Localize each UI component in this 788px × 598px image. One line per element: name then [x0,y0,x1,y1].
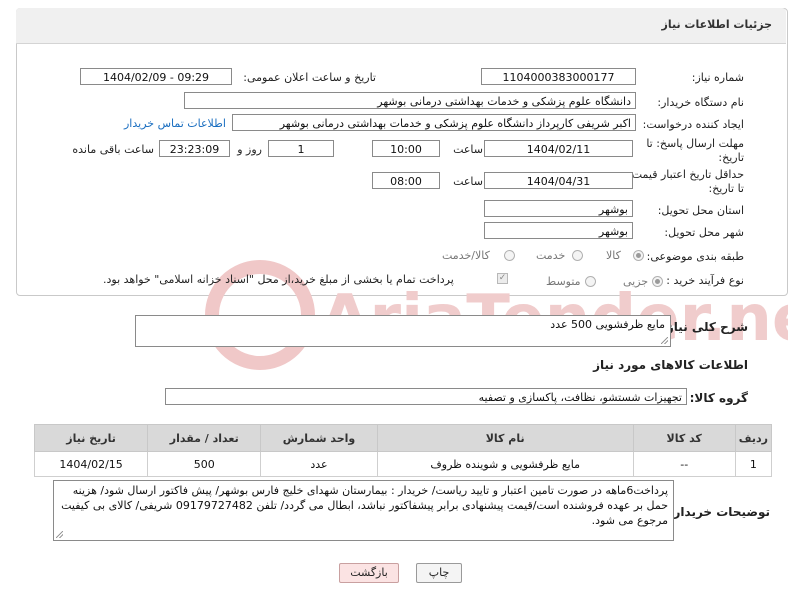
col-row-number: ردیف [734,424,773,452]
need-number-label: شماره نیاز: [691,71,744,84]
buyer-org-field: دانشگاه علوم پزشکی و خدمات بهداشتی درمان… [184,92,636,109]
price-validity-label: حداقل تاریخ اعتبار قیمت: [628,168,744,181]
buyer-org-label: نام دستگاه خریدار: [657,96,744,109]
remaining-time-label: ساعت باقی مانده [72,143,154,156]
reply-date-field: 1404/02/11 [484,140,633,157]
print-button[interactable]: چاپ [416,563,462,583]
need-number-field: 1104000383000177 [481,68,636,85]
description-label: شرح کلی نیاز: [662,320,748,334]
goods-group-label: گروه کالا: [689,391,748,405]
province-label: استان محل تحویل: [657,204,744,217]
reply-deadline-label-2: تاریخ: [718,151,744,164]
purchase-medium-radio[interactable] [585,276,596,287]
price-validity-date-field: 1404/04/31 [484,172,633,189]
price-validity-time-field: 08:00 [372,172,440,189]
buyer-contact-link[interactable]: اطلاعات تماس خریدار [124,117,226,130]
category-goods-radio[interactable] [633,250,644,261]
purchase-minor-label: جزیی [623,275,649,288]
goods-section-title: اطلاعات کالاهای مورد نیاز [593,358,748,372]
cell-row-number: 1 [734,451,773,477]
requester-label: ایجاد کننده درخواست: [642,118,744,131]
purchase-minor-radio[interactable] [652,276,663,287]
requester-field: اکبر شریفی کارپرداز دانشگاه علوم پزشکی و… [232,114,636,131]
price-validity-time-label: ساعت [453,175,483,188]
category-label: طبقه بندی موضوعی: [646,250,744,263]
reply-time-label: ساعت [453,143,483,156]
treasury-note: پرداخت تمام یا بخشی از مبلغ خرید،از محل … [103,273,454,286]
table-header-row: ردیف کد کالا نام کالا واحد شمارش تعداد /… [33,424,773,452]
reply-days-field: 1 [268,140,334,157]
announce-datetime-field: 1404/02/09 - 09:29 [80,68,232,85]
price-validity-label-2: تا تاریخ: [708,182,744,195]
reply-days-label: روز و [237,143,262,156]
purchase-medium-label: متوسط [546,275,581,288]
items-table: ردیف کد کالا نام کالا واحد شمارش تعداد /… [33,424,773,477]
cell-item-name: مایع ظرفشویی و شوینده ظروف [376,451,634,477]
purchase-type-label: نوع فرآیند خرید : [666,274,744,287]
description-text: مایع ظرفشویی 500 عدد [550,318,665,331]
reply-deadline-label: مهلت ارسال پاسخ: تا [646,137,744,150]
cell-unit: عدد [260,451,378,477]
category-service-radio[interactable] [572,250,583,261]
category-goods-service-label: کالا/خدمت [442,249,490,262]
announce-datetime-label: تاریخ و ساعت اعلان عمومی: [243,71,376,84]
resize-handle-icon[interactable] [661,337,668,344]
remaining-time-field: 23:23:09 [159,140,230,157]
back-button[interactable]: بازگشت [339,563,399,583]
reply-time-field: 10:00 [372,140,440,157]
col-item-name: نام کالا [376,424,634,452]
panel-header: جزئیات اطلاعات نیاز [16,8,786,44]
city-label: شهر محل تحویل: [664,226,744,239]
category-service-label: خدمت [536,249,566,262]
col-unit: واحد شمارش [260,424,378,452]
category-goods-label: کالا [606,249,621,262]
province-field: بوشهر [484,200,633,217]
col-item-code: کد کالا [632,424,736,452]
table-row: 1 -- مایع ظرفشویی و شوینده ظروف عدد 500 … [33,451,773,477]
treasury-checkbox[interactable]: ✓ [497,273,508,284]
category-goods-service-radio[interactable] [504,250,515,261]
description-textarea[interactable]: مایع ظرفشویی 500 عدد [135,315,671,347]
cell-item-code: -- [632,451,736,477]
buyer-notes-textarea[interactable]: پرداخت6ماهه در صورت تامین اعتبار و تایید… [53,480,674,541]
col-need-date: تاریخ نیاز [33,424,149,452]
cell-quantity: 500 [147,451,262,477]
resize-handle-icon[interactable] [56,531,63,538]
cell-need-date: 1404/02/15 [33,451,149,477]
goods-group-field: تجهیزات شستشو، نظافت، پاکسازی و تصفیه [165,388,687,405]
city-field: بوشهر [484,222,633,239]
panel-title: جزئیات اطلاعات نیاز [661,18,773,31]
buyer-notes-text: پرداخت6ماهه در صورت تامین اعتبار و تایید… [61,484,668,527]
buyer-notes-label: توضیحات خریدار: [668,505,770,519]
col-quantity: تعداد / مقدار [147,424,262,452]
